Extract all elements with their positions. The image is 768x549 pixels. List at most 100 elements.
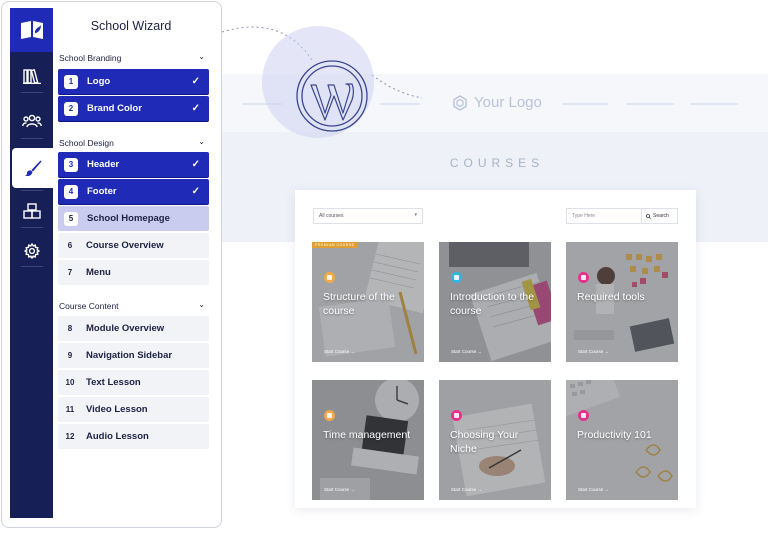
step-video-lesson[interactable]: 11 Video Lesson [58, 397, 209, 422]
caret-down-icon: ▾ [414, 212, 417, 218]
step-number: 4 [64, 184, 78, 199]
search-placeholder: Type Here [572, 213, 596, 219]
rail-users[interactable] [10, 109, 53, 133]
step-label: Footer [87, 186, 117, 197]
step-label: Navigation Sidebar [86, 350, 173, 361]
step-audio-lesson[interactable]: 12 Audio Lesson [58, 424, 209, 449]
course-title: Introduction to the course [450, 291, 535, 317]
rail-design-active[interactable] [12, 148, 53, 188]
course-card[interactable]: Productivity 101 Start Course → [566, 380, 678, 500]
step-label: Menu [86, 267, 111, 278]
header-dash [626, 103, 674, 105]
course-filter-value: All courses [319, 213, 344, 219]
step-label: Logo [87, 76, 111, 87]
check-icon: ✓ [191, 186, 200, 197]
course-card[interactable]: PREMIUM COURSE Structure of the course S… [312, 242, 424, 362]
check-icon: ✓ [191, 76, 200, 87]
section-course-content[interactable]: Course Content ⌄ [59, 300, 209, 311]
search-button-label: Search [653, 213, 669, 219]
course-card[interactable]: Time management Start Course → [312, 380, 424, 500]
step-logo[interactable]: 1 Logo ✓ [58, 69, 209, 94]
step-brand-color[interactable]: 2 Brand Color ✓ [58, 96, 209, 121]
courses-heading: COURSES [449, 156, 545, 170]
step-module-overview[interactable]: 8 Module Overview [58, 316, 209, 341]
course-type-icon [451, 410, 462, 421]
step-number: 7 [67, 268, 73, 277]
course-catalog: All courses ▾ Type Here Search PREMIUM C… [295, 190, 696, 508]
rail-library[interactable] [10, 64, 53, 88]
section-title: School Design [59, 138, 114, 148]
chevron-down-icon: ⌄ [198, 137, 205, 146]
brush-icon [24, 160, 41, 177]
course-search-input[interactable]: Type Here [566, 208, 642, 224]
rail-divider [21, 138, 43, 139]
check-icon: ✓ [191, 103, 200, 114]
step-number: 9 [67, 351, 73, 360]
course-type-icon [578, 410, 589, 421]
book-open-icon [20, 21, 43, 39]
section-title: School Branding [59, 53, 122, 63]
step-text-lesson[interactable]: 10 Text Lesson [58, 370, 209, 395]
course-type-icon [324, 272, 335, 283]
start-course-link[interactable]: Start Course → [451, 349, 482, 354]
rail-divider [21, 266, 43, 267]
start-course-link[interactable]: Start Course → [451, 487, 482, 492]
step-navigation-sidebar[interactable]: 9 Navigation Sidebar [58, 343, 209, 368]
section-school-design[interactable]: School Design ⌄ [59, 137, 209, 148]
start-course-link[interactable]: Start Course → [324, 487, 355, 492]
rail-divider [21, 190, 43, 191]
step-number: 11 [65, 405, 75, 414]
step-course-overview[interactable]: 6 Course Overview [58, 233, 209, 258]
header-dash [380, 103, 420, 105]
logo-text: Your Logo [474, 94, 542, 111]
step-number: 6 [67, 241, 73, 250]
step-label: Module Overview [86, 323, 165, 334]
step-header[interactable]: 3 Header ✓ [58, 152, 209, 177]
step-number: 8 [67, 324, 73, 333]
course-filter-select[interactable]: All courses ▾ [313, 208, 423, 224]
header-dash [690, 103, 738, 105]
step-number: 10 [65, 378, 75, 387]
course-type-icon [324, 410, 335, 421]
premium-badge: PREMIUM COURSE [312, 242, 358, 248]
rail-divider [21, 227, 43, 228]
search-button[interactable]: Search [642, 208, 678, 224]
step-number: 2 [64, 101, 78, 116]
header-dash [562, 103, 608, 105]
rail-modules[interactable] [10, 199, 53, 223]
step-label: School Homepage [87, 213, 170, 224]
rail-divider [21, 92, 43, 93]
brand-logo[interactable] [10, 8, 53, 52]
step-number: 3 [64, 157, 78, 172]
rail-settings[interactable] [10, 239, 53, 263]
course-card[interactable]: Choosing Your Niche Start Course → [439, 380, 551, 500]
search-icon [646, 213, 651, 219]
start-course-link[interactable]: Start Course → [578, 349, 609, 354]
step-label: Brand Color [87, 103, 142, 114]
course-title: Time management [323, 429, 411, 441]
start-course-link[interactable]: Start Course → [324, 349, 355, 354]
step-number: 12 [65, 432, 75, 441]
step-label: Header [87, 159, 120, 170]
section-title: Course Content [59, 301, 119, 311]
start-course-link[interactable]: Start Course → [578, 487, 609, 492]
library-icon [22, 68, 41, 84]
step-school-homepage[interactable]: 5 School Homepage [58, 206, 209, 231]
step-number: 5 [64, 211, 78, 226]
step-footer[interactable]: 4 Footer ✓ [58, 179, 209, 204]
step-label: Video Lesson [86, 404, 148, 415]
course-title: Productivity 101 [577, 429, 652, 441]
check-icon: ✓ [191, 159, 200, 170]
step-menu[interactable]: 7 Menu [58, 260, 209, 285]
course-card[interactable]: Introduction to the course Start Course … [439, 242, 551, 362]
course-title: Choosing Your Niche [450, 429, 519, 455]
gear-icon [23, 243, 40, 259]
course-type-icon [578, 272, 589, 283]
course-title: Structure of the course [323, 291, 395, 317]
course-card[interactable]: Required tools Start Course → [566, 242, 678, 362]
section-school-branding[interactable]: School Branding ⌄ [59, 52, 209, 63]
school-logo[interactable]: Your Logo [452, 94, 542, 111]
step-label: Audio Lesson [86, 431, 149, 442]
hexagon-logo-icon [453, 94, 467, 111]
course-type-icon [451, 272, 462, 283]
